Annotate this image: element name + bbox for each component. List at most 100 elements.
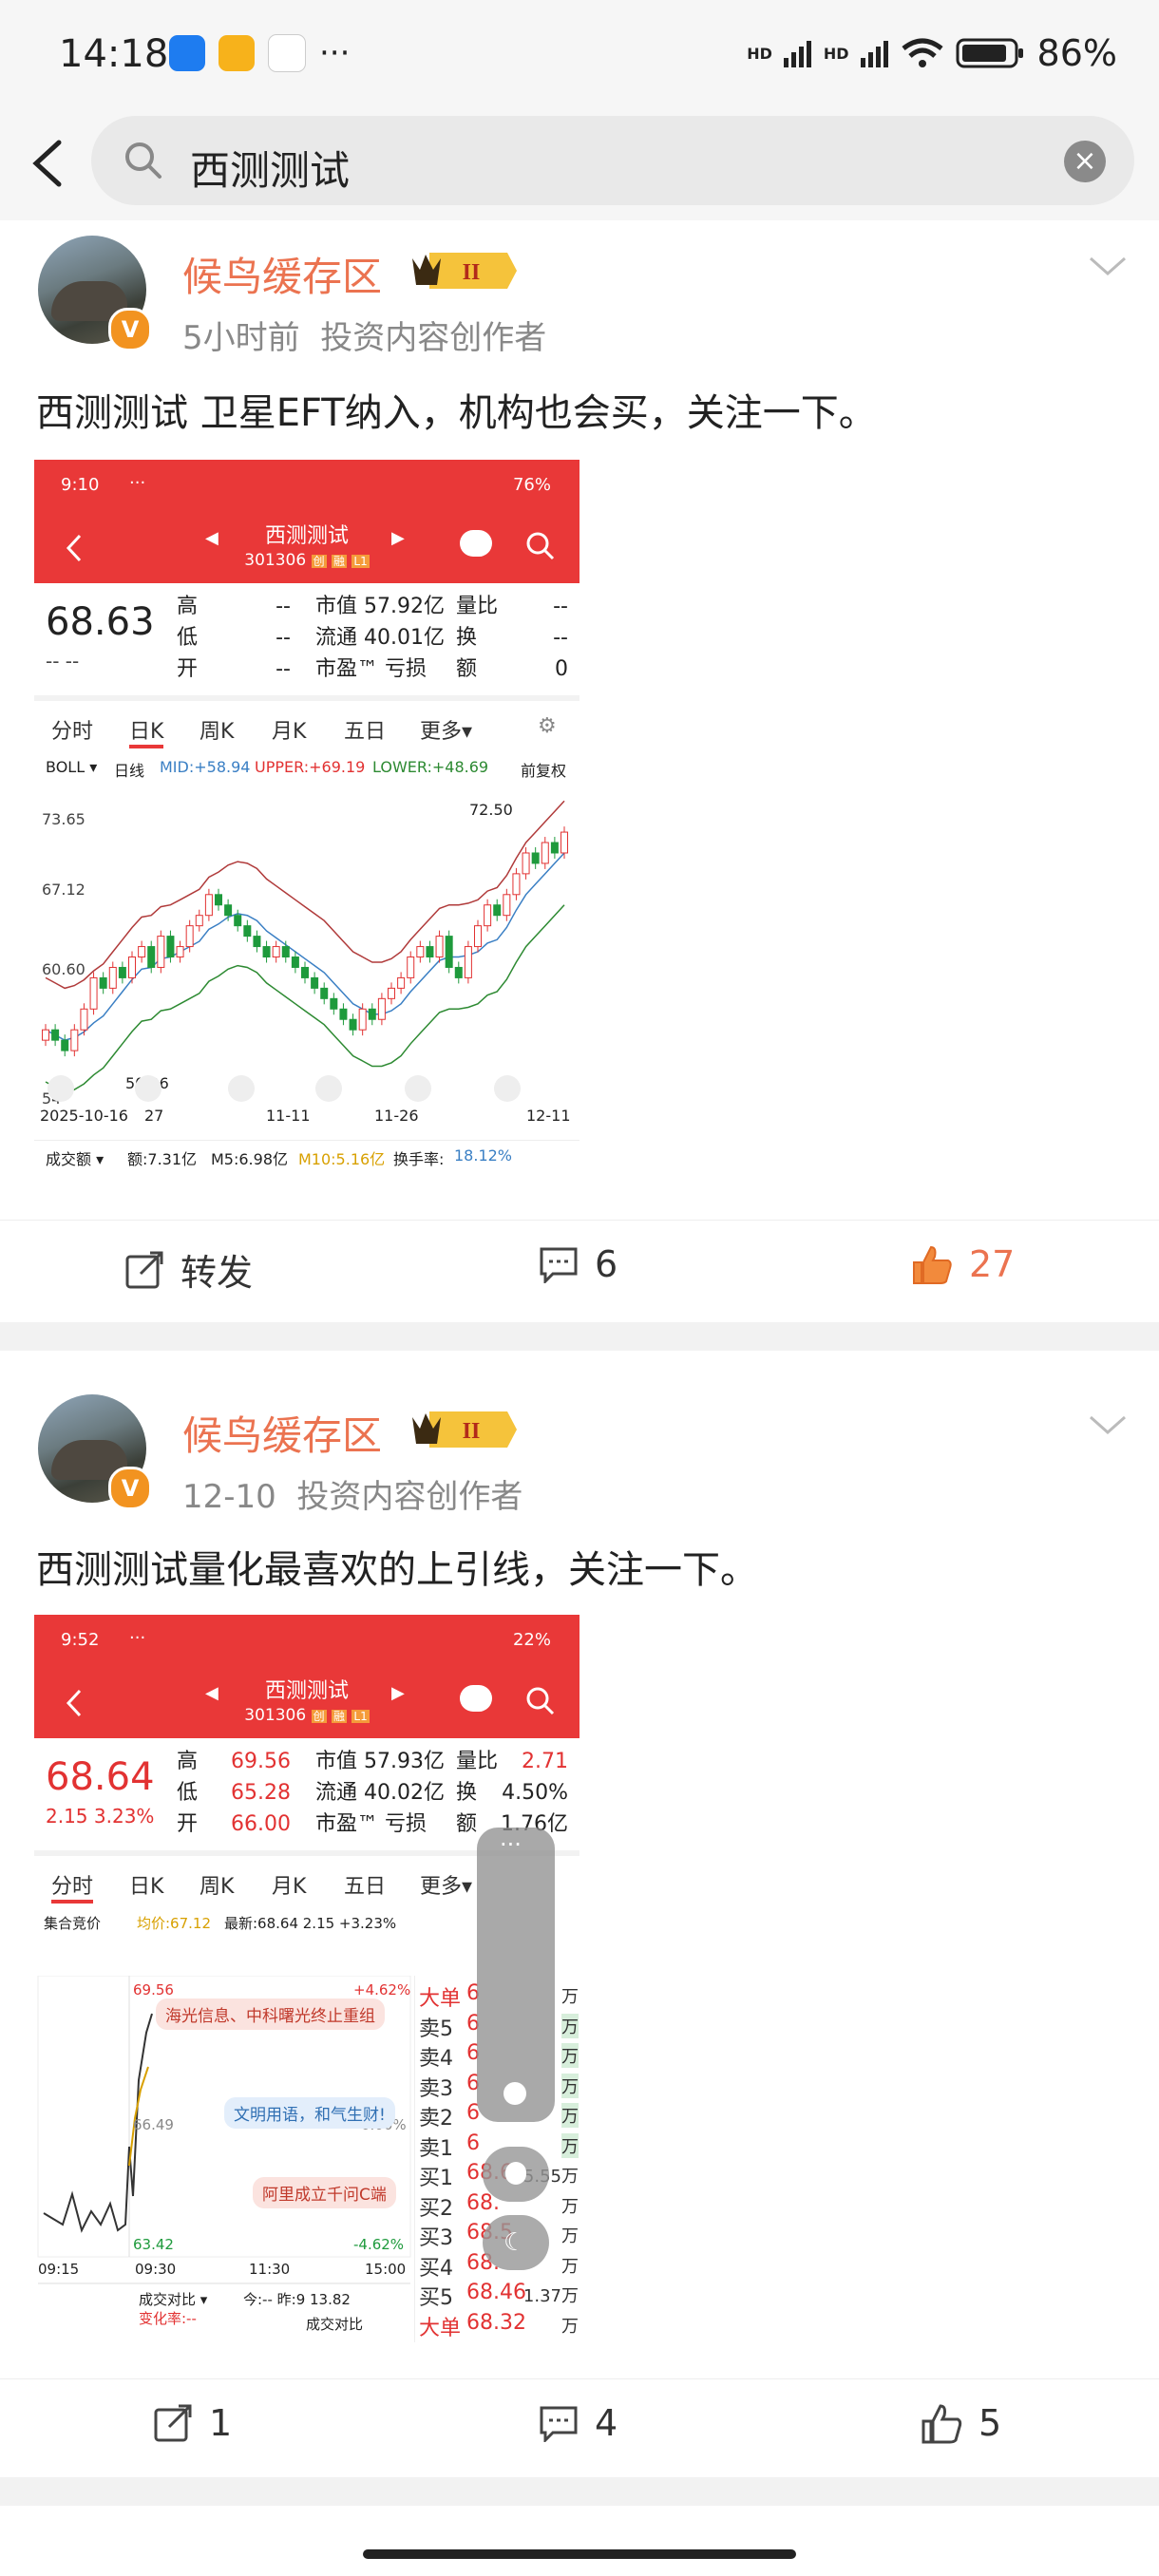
upper-band-line [45, 800, 565, 990]
candle [426, 946, 434, 958]
post-image[interactable]: 9:52 ··· 22% ◀ 西测测试 301306 创 融 L1 ▶ 68.6… [34, 1615, 580, 2342]
post-card[interactable]: V 候鸟缓存区 II 12-10 投资内容创作者 西测测试量化最喜欢的上引线，关… [0, 1351, 1159, 2477]
repost-icon [154, 2404, 192, 2442]
candle [484, 904, 492, 927]
author-role: 投资内容创作者 [320, 319, 547, 357]
candle [474, 925, 482, 948]
post-time: 12-10 [182, 1478, 276, 1516]
comment-button[interactable]: 6 [538, 1243, 618, 1285]
post-meta: 5小时前 投资内容创作者 [182, 312, 546, 358]
post-actions: 1 4 5 [0, 2378, 1159, 2474]
post-image[interactable]: 9:10 ··· 76% ◀ 西测测试 301306 创 融 L1 ▶ 68.6… [34, 460, 580, 1191]
wifi-icon [901, 38, 943, 67]
author-name[interactable]: 候鸟缓存区 [182, 1404, 382, 1462]
back-arrow-icon[interactable] [25, 135, 72, 192]
candle [311, 976, 319, 989]
shot-change: -- -- [46, 650, 80, 672]
floating-toolbar[interactable]: ··· [477, 1828, 555, 2122]
shot-search-icon [526, 1687, 555, 1715]
intraday-chart: 69.56 66.49 63.42 +4.62% 0.00% -4.62% 海光… [34, 1976, 414, 2342]
shot-header: ◀ 西测测试 301306 创 融 L1 ▶ [34, 1668, 580, 1738]
more-icon[interactable]: ··· [500, 1831, 522, 1858]
clear-search-icon[interactable]: × [1064, 141, 1106, 182]
candle [118, 966, 126, 978]
comment-count: 4 [595, 2402, 618, 2444]
candle [291, 957, 299, 968]
candle [397, 976, 406, 989]
comment-button[interactable]: 4 [538, 2402, 618, 2444]
like-button[interactable]: 5 [920, 2402, 1001, 2444]
shot-quote-col1: 高 69.56 低 65.28 开 66.00 [177, 1750, 291, 1836]
shot-volume-row: 成交额 ▾ 额:7.31亿 M5:6.98亿 M10:5.16亿 换手率: 18… [34, 1140, 580, 1169]
repost-button[interactable]: 1 [152, 2402, 232, 2444]
signal-bars-icon [783, 41, 811, 67]
repost-button[interactable]: 转发 [124, 1243, 253, 1296]
candle [531, 852, 540, 864]
shot-title: 西测测试 [264, 524, 349, 548]
order-book-row: 大单 68.32 万 [419, 2310, 579, 2340]
candle [108, 966, 117, 989]
search-header: 西测测试 × [0, 114, 1159, 221]
candle [166, 936, 175, 958]
comment-count: 6 [595, 1243, 618, 1285]
weibo-app-icon [218, 35, 255, 71]
like-button[interactable]: 27 [910, 1243, 1015, 1285]
shot-next-icon: ▶ [391, 1683, 405, 1703]
chevron-down-icon[interactable] [1087, 255, 1129, 279]
shot-quote-col1: 高 -- 低 -- 开 -- [177, 595, 291, 681]
candle [388, 987, 395, 999]
news-tag: 文明用语，和气生财! [224, 2097, 395, 2129]
candle [147, 946, 156, 968]
shot-robot-icon [460, 1685, 492, 1712]
chevron-down-icon[interactable] [1087, 1413, 1129, 1438]
candle [204, 894, 213, 917]
candle [215, 894, 222, 906]
author-name[interactable]: 候鸟缓存区 [182, 245, 382, 303]
candle [138, 946, 146, 958]
candle [157, 936, 165, 968]
candle [435, 936, 444, 958]
moon-icon: ☾ [504, 2228, 526, 2257]
status-bar: 14:18 ··· HD HD 86% [0, 0, 1159, 114]
shot-next-icon: ▶ [391, 528, 405, 548]
mute-toggle[interactable] [483, 2147, 549, 2202]
x-tick: 2025-10-16 [40, 1107, 128, 1125]
verified-badge-icon: V [108, 308, 152, 351]
shot-code: 301306 创 融 L1 [244, 551, 370, 570]
search-input[interactable]: 西测测试 × [91, 116, 1134, 205]
status-app-icons: ··· [169, 34, 350, 72]
candle [243, 925, 252, 938]
shot-change: 2.15 3.23% [46, 1805, 155, 1828]
candle [272, 946, 280, 958]
shot-code: 301306 创 融 L1 [244, 1706, 370, 1725]
shot-battery: 22% [512, 1630, 551, 1650]
signal-2-icon: HD [823, 44, 849, 63]
home-indicator[interactable] [363, 2549, 796, 2559]
qq-app-icon [268, 34, 306, 72]
candle [301, 966, 309, 978]
candle [522, 852, 530, 875]
candle [61, 1039, 69, 1051]
post-card[interactable]: V 候鸟缓存区 II 5小时前 投资内容创作者 西测测试 卫星EFT纳入，机构也… [0, 220, 1159, 1322]
intraday-lines [37, 1976, 411, 2284]
shot-dots: ··· [129, 1628, 146, 1648]
dark-mode-toggle[interactable]: ☾ [483, 2215, 549, 2270]
candle [51, 1029, 60, 1041]
candle [407, 957, 415, 978]
post-text: 西测测试 卫星EFT纳入，机构也会买，关注一下。 [36, 391, 877, 435]
shot-quote: 68.63 -- -- 高 -- 低 -- 开 -- 市值 57.92亿 流通 40.… [34, 583, 580, 695]
lower-band-line [45, 904, 565, 1093]
shot-quote-col2: 市值 57.93亿 流通 40.02亿 市盈™ 亏损 [315, 1750, 445, 1836]
svg-text:II: II [463, 1419, 481, 1444]
candle [339, 1008, 348, 1020]
signal-1-icon: HD [747, 44, 772, 63]
search-icon [125, 142, 162, 179]
mid-band-line [45, 852, 565, 1041]
candle [416, 946, 425, 958]
candle [176, 946, 184, 958]
candle [42, 1029, 49, 1041]
order-book-row: 买5 68.46 1.37万 [419, 2281, 579, 2310]
bell-icon[interactable] [504, 2082, 526, 2105]
chart-controls [48, 1075, 521, 1102]
bell-icon [505, 2162, 526, 2185]
